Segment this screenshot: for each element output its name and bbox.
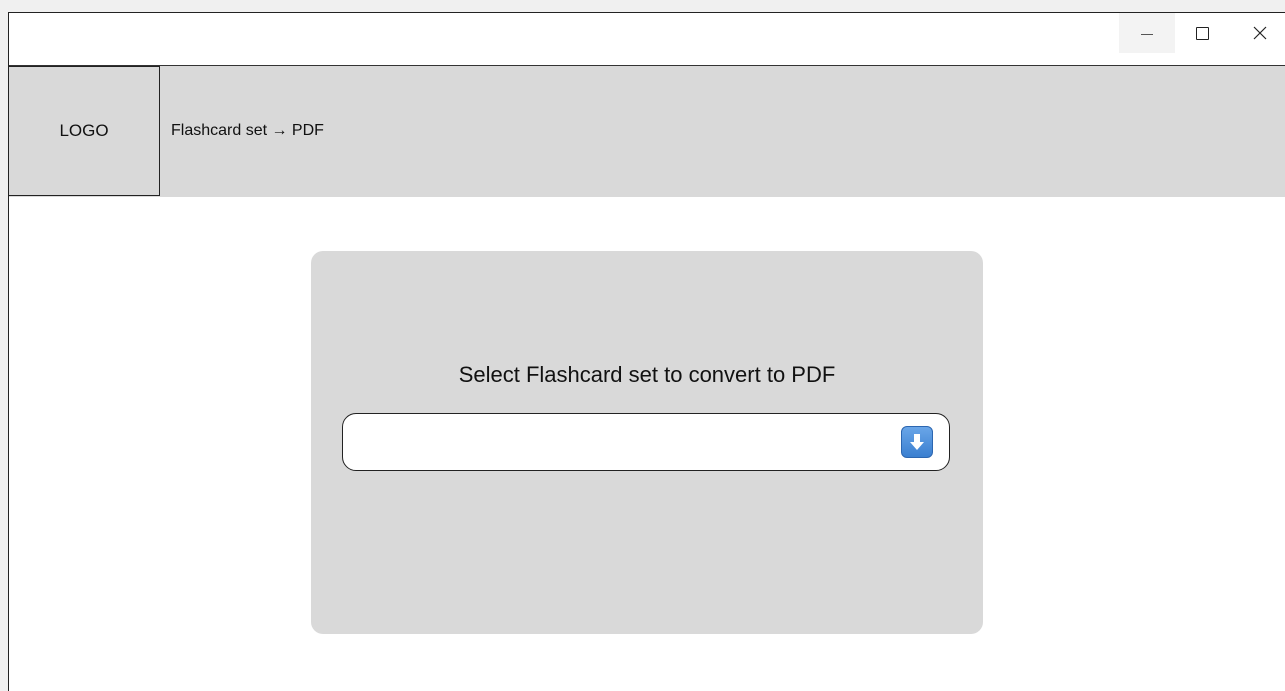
close-button[interactable] (1235, 13, 1285, 53)
logo-label: LOGO (59, 121, 109, 140)
flashcard-set-select[interactable] (342, 413, 950, 471)
app-header: LOGO Flashcard set → PDF (9, 66, 1285, 197)
app-window: LOGO Flashcard set → PDF Select Flashcar… (8, 12, 1285, 691)
maximize-icon (1195, 26, 1209, 40)
title-bar (9, 13, 1285, 66)
maximize-button[interactable] (1175, 13, 1229, 53)
minimize-icon (1141, 33, 1153, 35)
arrow-down-icon[interactable] (901, 426, 933, 458)
convert-card: Select Flashcard set to convert to PDF (311, 251, 983, 634)
logo[interactable]: LOGO (9, 66, 160, 196)
close-icon (1253, 26, 1267, 40)
breadcrumb: Flashcard set → PDF (171, 122, 324, 139)
card-title: Select Flashcard set to convert to PDF (458, 362, 836, 387)
minimize-button[interactable] (1119, 13, 1175, 53)
